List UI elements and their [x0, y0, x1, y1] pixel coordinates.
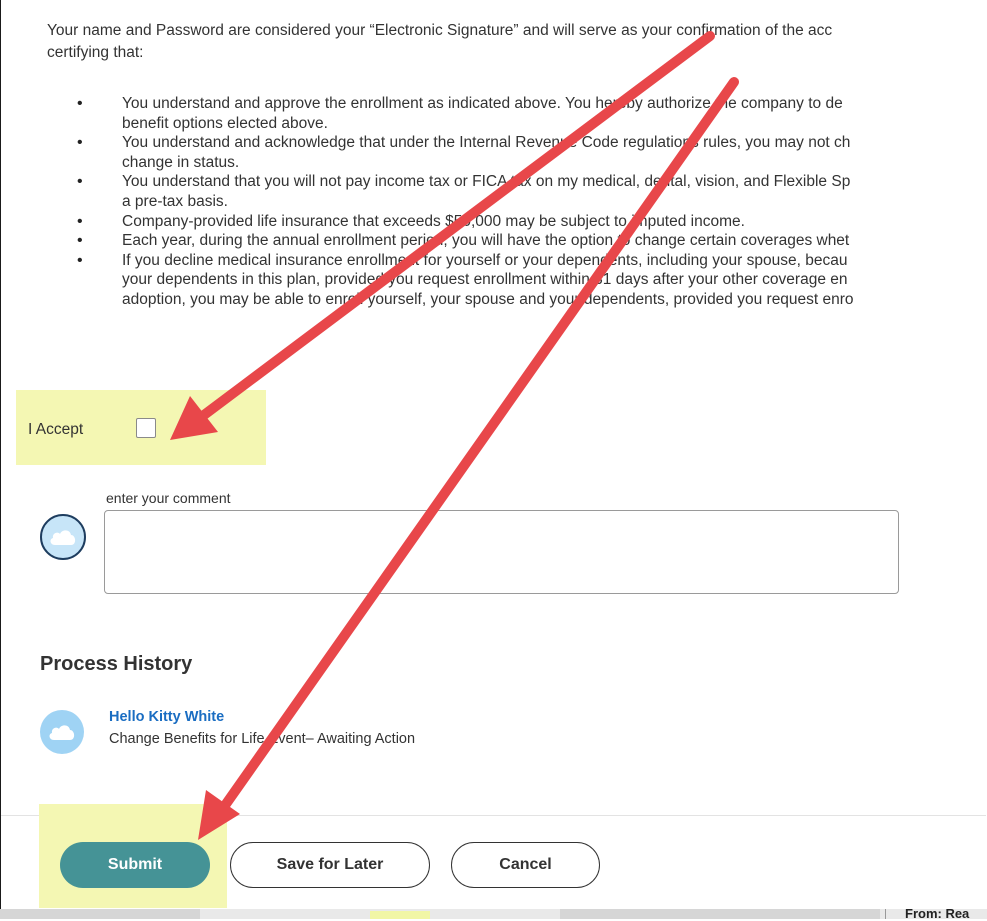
- intro-line-2: certifying that:: [47, 44, 144, 61]
- list-item: You understand and acknowledge that unde…: [77, 133, 986, 172]
- list-item: You understand that you will not pay inc…: [77, 172, 986, 211]
- list-item: Company-provided life insurance that exc…: [77, 212, 986, 232]
- enrollment-form: Your name and Password are considered yo…: [0, 0, 986, 918]
- avatar: [40, 514, 86, 560]
- save-for-later-button[interactable]: Save for Later: [230, 842, 430, 888]
- list-item: You understand and approve the enrollmen…: [77, 94, 986, 133]
- background-divider: [885, 909, 886, 919]
- avatar: [40, 710, 84, 754]
- history-user-link[interactable]: Hello Kitty White: [109, 709, 224, 725]
- submit-button[interactable]: Submit: [60, 842, 210, 888]
- accept-label: I Accept: [28, 421, 84, 438]
- certification-list: You understand and approve the enrollmen…: [77, 94, 986, 310]
- background-highlight: [370, 911, 430, 919]
- signature-intro: Your name and Password are considered yo…: [47, 20, 986, 64]
- comment-input[interactable]: [104, 510, 899, 594]
- cloud-icon: [50, 530, 76, 545]
- background-tab: [0, 909, 200, 919]
- cloud-icon: [49, 725, 75, 740]
- list-item: Each year, during the annual enrollment …: [77, 231, 986, 251]
- background-window-strip: [0, 909, 987, 919]
- comment-label: enter your comment: [106, 490, 231, 506]
- intro-line-1: Your name and Password are considered yo…: [47, 22, 833, 39]
- cancel-button[interactable]: Cancel: [451, 842, 600, 888]
- process-history-title: Process History: [40, 653, 193, 675]
- history-description: Change Benefits for Life Event– Awaiting…: [109, 731, 416, 747]
- list-item: If you decline medical insurance enrollm…: [77, 251, 986, 310]
- accept-checkbox[interactable]: [136, 418, 156, 438]
- background-tab: [560, 909, 880, 919]
